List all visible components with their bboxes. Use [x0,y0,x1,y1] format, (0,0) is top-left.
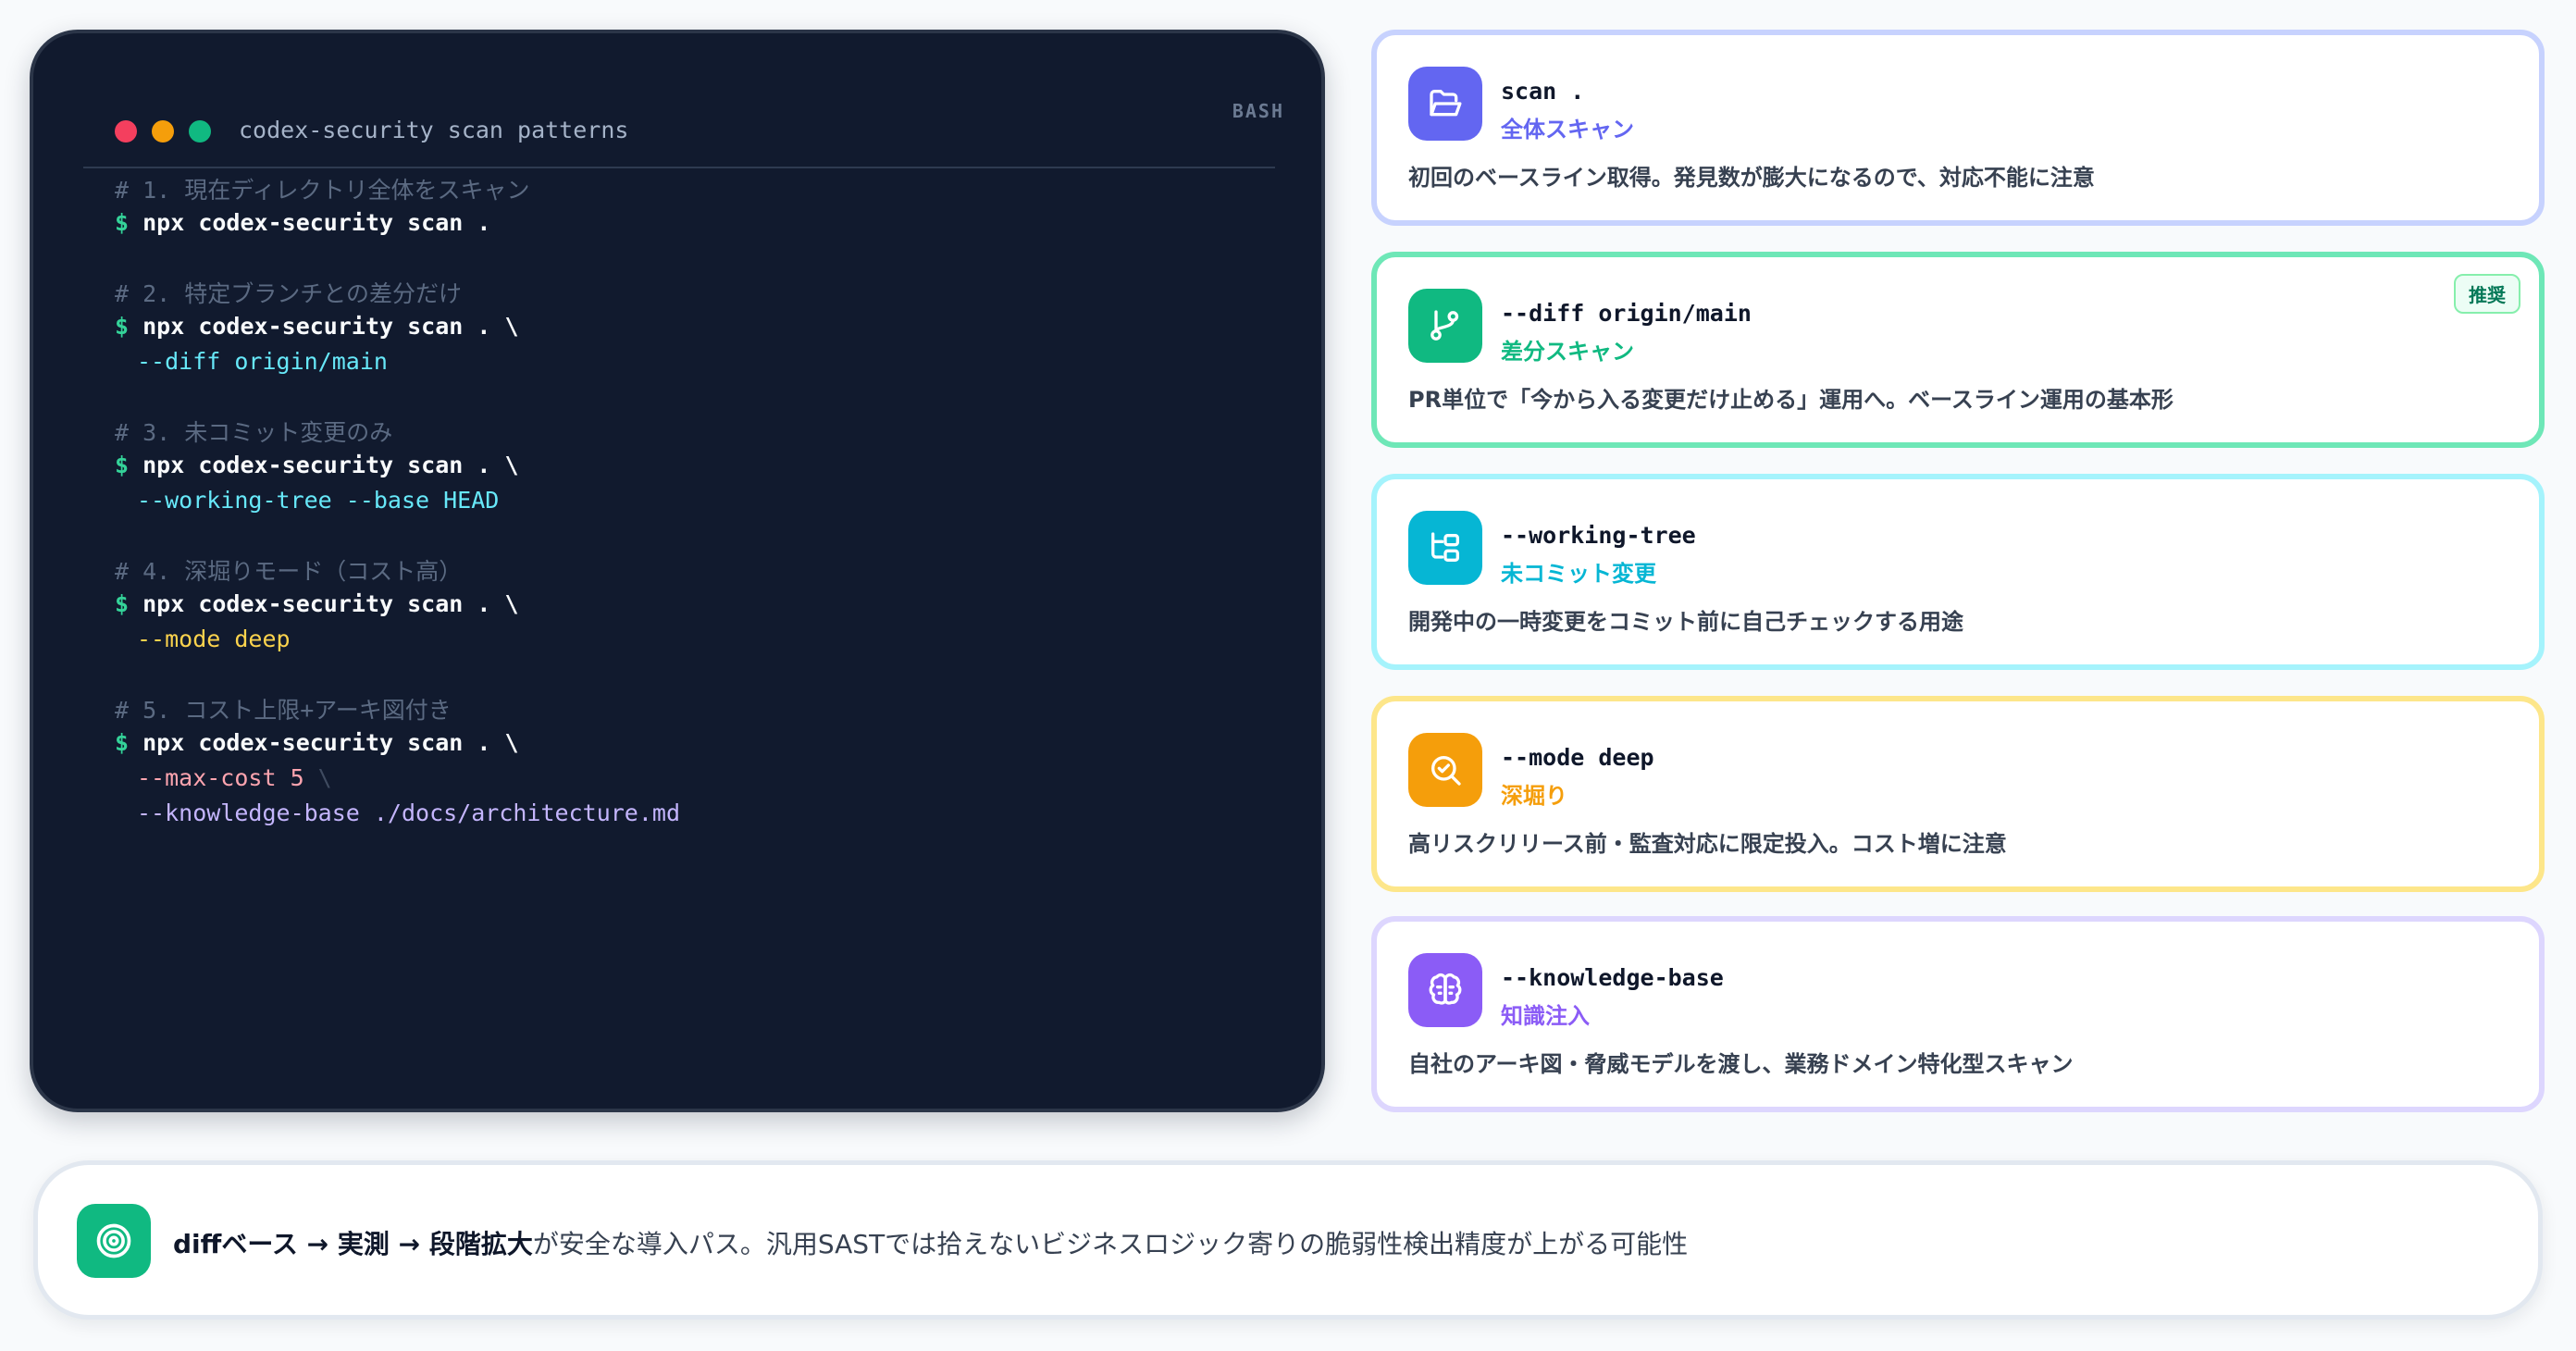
minimize-window-dot[interactable] [152,120,174,143]
terminal-window: codex-security scan patterns BASH # 1. 現… [30,30,1325,1112]
code-command-line[interactable]: $ npx codex-security scan . \ [115,590,519,617]
card-mode-deep[interactable]: --mode deep 深堀り 高リスクリリース前・監査対応に限定投入。コスト増… [1371,696,2545,892]
code-comment: # 5. コスト上限+アーキ図付き [115,697,452,724]
code-comment: # 4. 深堀りモード（コスト高） [115,558,463,585]
card-flag: scan . [1501,78,1585,105]
code-command: npx codex-security scan . [142,209,491,236]
card-scan-all[interactable]: scan . 全体スキャン 初回のベースライン取得。発見数が膨大になるので、対応… [1371,30,2545,226]
card-diff[interactable]: --diff origin/main 差分スキャン PR単位で「今から入る変更だ… [1371,252,2545,448]
shell-prompt: $ [115,209,130,236]
code-command-line[interactable]: $ npx codex-security scan . \ [115,452,519,478]
card-description: 自社のアーキ図・脅威モデルを渡し、業務ドメイン特化型スキャン [1408,1051,2074,1077]
shell-prompt: $ [115,590,130,617]
code-continuation: --diff origin/main [137,348,388,375]
code-continuation: --max-cost 5 [137,764,304,791]
maximize-window-dot[interactable] [189,120,211,143]
line-continuation-mark: \ [303,764,332,791]
summary-emphasis: diffベース → 実測 → 段階拡大 [173,1229,533,1259]
code-command: npx codex-security scan . \ [142,729,519,756]
code-comment: # 1. 現在ディレクトリ全体をスキャン [115,177,530,204]
card-description: 開発中の一時変更をコミット前に自己チェックする用途 [1408,609,1963,635]
card-flag: --mode deep [1501,744,1654,771]
brain-icon [1408,953,1482,1027]
card-working-tree[interactable]: --working-tree 未コミット変更 開発中の一時変更をコミット前に自己… [1371,474,2545,670]
code-command: npx codex-security scan . \ [142,590,519,617]
card-subtitle: 差分スキャン [1501,339,1634,365]
summary-text: diffベース → 実測 → 段階拡大が安全な導入パス。汎用SASTでは拾えない… [173,1224,1688,1261]
code-continuation: --working-tree --base HEAD [137,487,500,514]
card-flag: --knowledge-base [1501,964,1724,991]
search-check-icon [1408,733,1482,807]
card-subtitle: 未コミット変更 [1501,561,1656,587]
code-continuation-line: --max-cost 5 \ [137,764,332,791]
code-command-line[interactable]: $ npx codex-security scan . \ [115,313,519,340]
language-label: BASH [1232,100,1284,122]
code-command: npx codex-security scan . \ [142,313,519,340]
card-flag: --diff origin/main [1501,300,1752,327]
git-branch-icon [1408,289,1482,363]
card-knowledge-base[interactable]: --knowledge-base 知識注入 自社のアーキ図・脅威モデルを渡し、業… [1371,916,2545,1112]
card-flag: --working-tree [1501,522,1696,549]
code-comment: # 3. 未コミット変更のみ [115,419,393,446]
terminal-header: codex-security scan patterns BASH [83,83,1282,168]
card-subtitle: 全体スキャン [1501,117,1634,143]
shell-prompt: $ [115,313,130,340]
shell-prompt: $ [115,452,130,478]
code-comment: # 2. 特定ブランチとの差分だけ [115,280,463,307]
folder-open-icon [1408,67,1482,141]
shell-prompt: $ [115,729,130,756]
code-command-line[interactable]: $ npx codex-security scan . \ [115,729,519,756]
folder-tree-icon [1408,511,1482,585]
card-description: PR単位で「今から入る変更だけ止める」運用へ。ベースライン運用の基本形 [1408,387,2174,413]
code-command-line[interactable]: $ npx codex-security scan . [115,209,490,236]
card-description: 初回のベースライン取得。発見数が膨大になるので、対応不能に注意 [1408,165,2095,191]
summary-body: が安全な導入パス。汎用SASTでは拾えないビジネスロジック寄りの脆弱性検出精度が… [532,1229,1689,1259]
summary-bar: diffベース → 実測 → 段階拡大が安全な導入パス。汎用SASTでは拾えない… [33,1160,2543,1320]
code-command: npx codex-security scan . \ [142,452,519,478]
card-subtitle: 知識注入 [1501,1003,1590,1029]
close-window-dot[interactable] [115,120,137,143]
recommended-badge: 推奨 [2454,274,2520,314]
card-subtitle: 深堀り [1501,783,1567,809]
card-description: 高リスクリリース前・監査対応に限定投入。コスト増に注意 [1408,831,2007,857]
target-icon [77,1204,151,1278]
code-continuation: --knowledge-base ./docs/architecture.md [137,799,680,826]
terminal-title: codex-security scan patterns [239,117,629,143]
code-continuation: --mode deep [137,626,291,652]
